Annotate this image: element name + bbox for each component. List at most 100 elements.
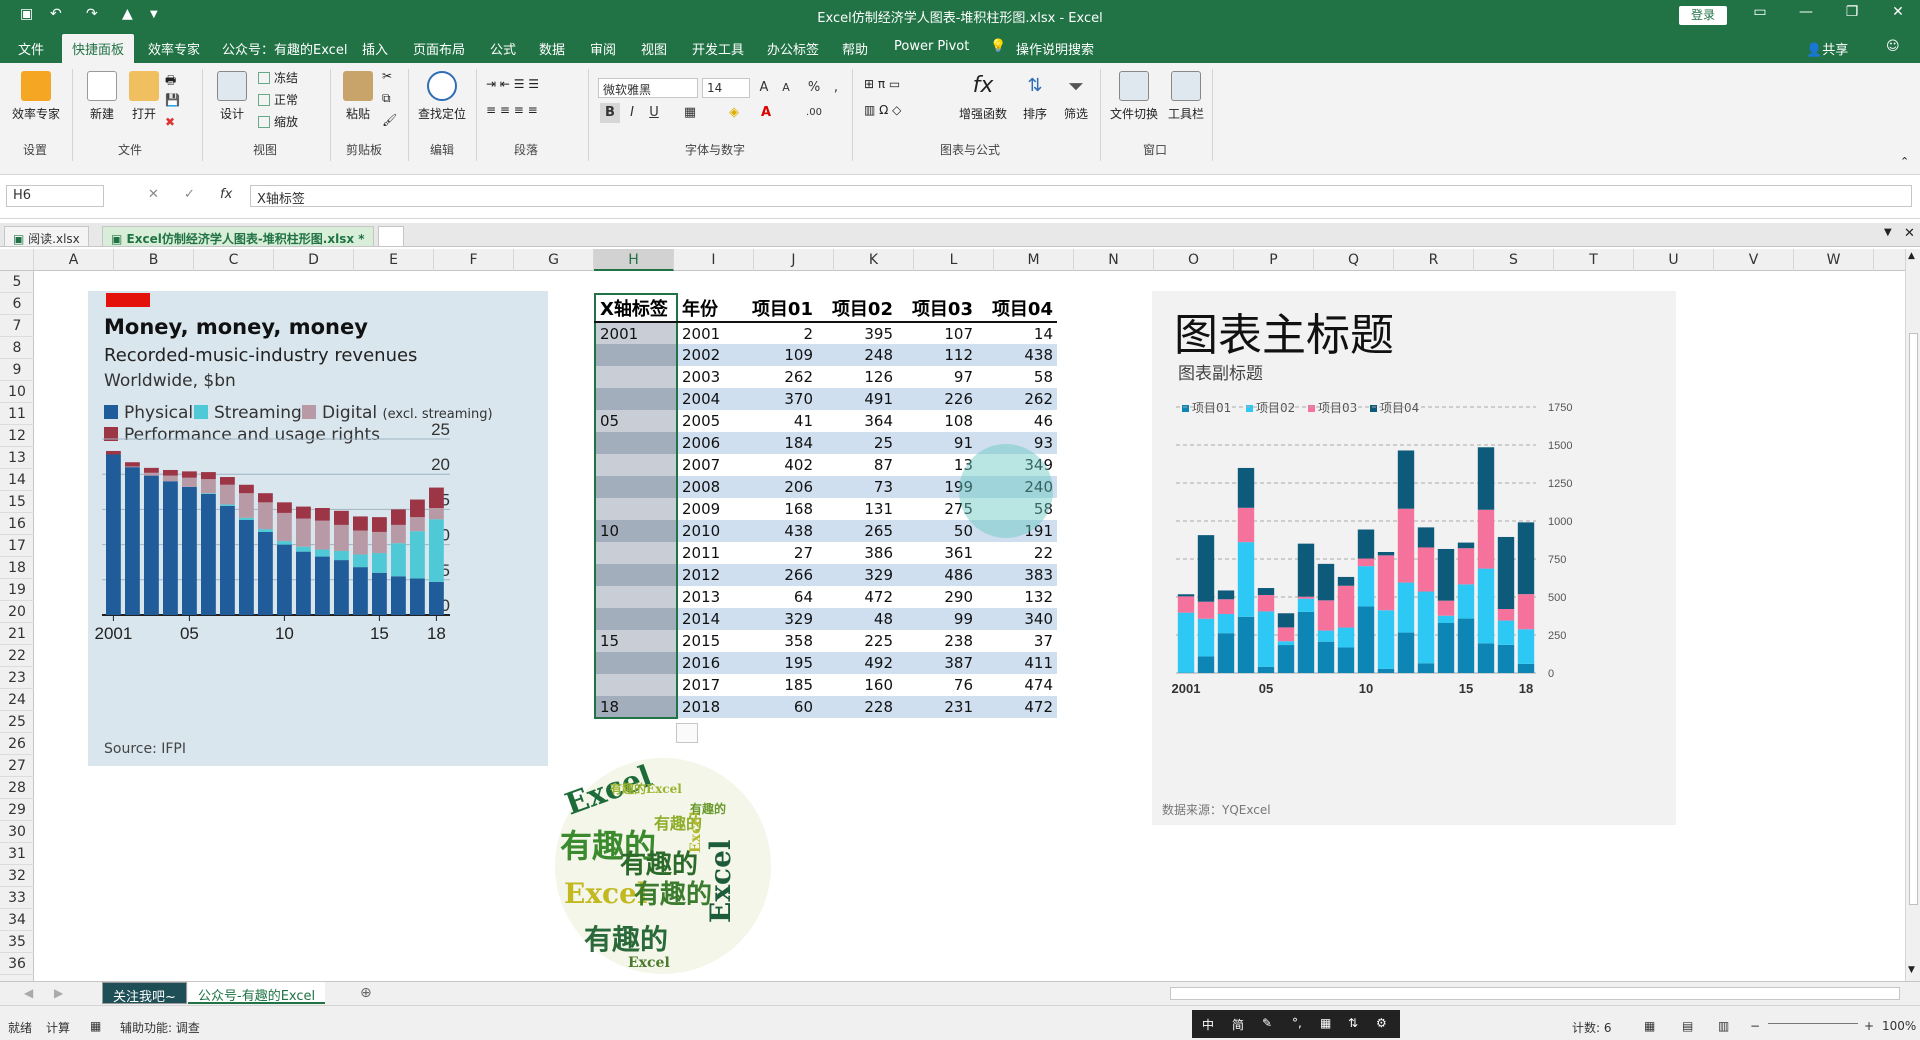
- sheet-tab-official[interactable]: 公众号-有趣的Excel: [188, 982, 326, 1004]
- next-sheet-icon[interactable]: ▶: [54, 986, 63, 1000]
- column-header[interactable]: V: [1714, 249, 1794, 271]
- row-header[interactable]: 17: [0, 535, 34, 557]
- table-cell[interactable]: 226: [897, 388, 977, 410]
- row-header[interactable]: 32: [0, 865, 34, 887]
- macro-record-icon[interactable]: ▦: [90, 1019, 101, 1033]
- table-cell[interactable]: [594, 564, 678, 586]
- tab-data[interactable]: 数据: [539, 39, 565, 58]
- enter-icon[interactable]: ✓: [184, 187, 195, 202]
- grow-font-icon[interactable]: A: [754, 78, 774, 98]
- tab-efficiency-expert[interactable]: 效率专家: [148, 39, 200, 58]
- table-cell[interactable]: 361: [897, 542, 977, 564]
- column-header[interactable]: F: [434, 249, 514, 271]
- table-cell[interactable]: 438: [737, 520, 817, 542]
- table-cell[interactable]: 262: [737, 366, 817, 388]
- percent-button[interactable]: %: [804, 78, 824, 98]
- column-header[interactable]: H: [594, 249, 674, 271]
- table-cell[interactable]: 10: [594, 520, 678, 542]
- table-cell[interactable]: 73: [817, 476, 897, 498]
- print-icon[interactable]: 🖶: [165, 71, 176, 92]
- table-cell[interactable]: 37: [977, 630, 1057, 652]
- column-header[interactable]: W: [1794, 249, 1874, 271]
- table-cell[interactable]: 2009: [677, 498, 737, 520]
- table-cell[interactable]: 195: [737, 652, 817, 674]
- column-header[interactable]: B: [114, 249, 194, 271]
- column-header[interactable]: U: [1634, 249, 1714, 271]
- table-cell[interactable]: 25: [817, 432, 897, 454]
- table-header-cell[interactable]: X轴标签: [594, 293, 678, 323]
- find-button[interactable]: 查找定位: [414, 71, 470, 122]
- row-header[interactable]: 6: [0, 293, 34, 315]
- table-cell[interactable]: 486: [897, 564, 977, 586]
- status-accessibility[interactable]: 辅助功能: 调查: [120, 1019, 200, 1036]
- table-header-cell[interactable]: 项目04: [977, 294, 1057, 323]
- table-cell[interactable]: 492: [817, 652, 897, 674]
- open-button[interactable]: 打开: [124, 71, 164, 122]
- table-cell[interactable]: 395: [817, 322, 897, 344]
- scroll-down-icon[interactable]: ▼: [1908, 965, 1915, 975]
- smiley-icon[interactable]: ☺: [1886, 39, 1900, 54]
- chart-tools-icon[interactable]: ⊞ π ▭: [864, 77, 900, 91]
- share-button[interactable]: 👤共享: [1806, 39, 1848, 58]
- table-cell[interactable]: 2003: [677, 366, 737, 388]
- sheet-grid[interactable]: Money, money, money Recorded-music-indus…: [34, 271, 1905, 981]
- row-header[interactable]: 16: [0, 513, 34, 535]
- column-header[interactable]: D: [274, 249, 354, 271]
- file-switch-button[interactable]: 文件切换: [1106, 71, 1162, 122]
- enhanced-function-button[interactable]: fx 增强函数: [955, 71, 1011, 122]
- ime-keyboard-icon[interactable]: ▦: [1320, 1016, 1331, 1030]
- new-doc-tab-button[interactable]: [378, 226, 404, 246]
- ime-chinese[interactable]: 中: [1202, 1016, 1214, 1033]
- table-cell[interactable]: 2012: [677, 564, 737, 586]
- row-header[interactable]: 20: [0, 601, 34, 623]
- column-header[interactable]: K: [834, 249, 914, 271]
- table-cell[interactable]: 2016: [677, 652, 737, 674]
- table-cell[interactable]: 491: [817, 388, 897, 410]
- column-header[interactable]: N: [1074, 249, 1154, 271]
- chart-insert-icon[interactable]: ▥ Ω ◇: [864, 103, 901, 117]
- login-button[interactable]: 登录: [1679, 6, 1727, 25]
- table-header-cell[interactable]: 项目02: [817, 294, 897, 323]
- table-cell[interactable]: 168: [737, 498, 817, 520]
- row-header[interactable]: 19: [0, 579, 34, 601]
- tab-view[interactable]: 视图: [641, 39, 667, 58]
- vertical-scrollbar[interactable]: ▲ ▼: [1905, 249, 1920, 981]
- table-cell[interactable]: 2001: [594, 322, 678, 344]
- table-cell[interactable]: 46: [977, 410, 1057, 432]
- doc-close-icon[interactable]: ✕: [1904, 226, 1915, 241]
- tab-file[interactable]: 文件: [18, 39, 44, 58]
- design-button[interactable]: 设计: [210, 71, 254, 122]
- table-cell[interactable]: 184: [737, 432, 817, 454]
- formula-input[interactable]: X轴标签: [250, 185, 1912, 207]
- table-cell[interactable]: 2013: [677, 586, 737, 608]
- paste-button[interactable]: 粘贴: [338, 71, 378, 122]
- table-cell[interactable]: 262: [977, 388, 1057, 410]
- table-cell[interactable]: 2015: [677, 630, 737, 652]
- column-header[interactable]: M: [994, 249, 1074, 271]
- table-cell[interactable]: 18: [594, 696, 678, 719]
- table-cell[interactable]: 383: [977, 564, 1057, 586]
- tab-formulas[interactable]: 公式: [490, 39, 516, 58]
- row-header[interactable]: 11: [0, 403, 34, 425]
- normal-view-button[interactable]: 正常: [258, 91, 298, 108]
- table-cell[interactable]: 329: [737, 608, 817, 630]
- tab-developer[interactable]: 开发工具: [692, 39, 744, 58]
- tab-insert[interactable]: 插入: [362, 39, 388, 58]
- close-file-icon[interactable]: ✖: [165, 115, 175, 129]
- row-header[interactable]: 21: [0, 623, 34, 645]
- row-header[interactable]: 14: [0, 469, 34, 491]
- name-box[interactable]: H6: [6, 185, 104, 207]
- table-cell[interactable]: [594, 476, 678, 498]
- cut-icon[interactable]: ✂: [382, 69, 392, 83]
- scroll-up-icon[interactable]: ▲: [1908, 251, 1915, 261]
- font-name-select[interactable]: 微软雅黑: [598, 78, 698, 98]
- page-break-view-icon[interactable]: ▥: [1718, 1019, 1729, 1033]
- normal-view-icon[interactable]: ▦: [1644, 1019, 1655, 1033]
- table-cell[interactable]: 131: [817, 498, 897, 520]
- table-cell[interactable]: 58: [977, 366, 1057, 388]
- row-header[interactable]: 34: [0, 909, 34, 931]
- table-cell[interactable]: 14: [977, 322, 1057, 344]
- row-header[interactable]: 24: [0, 689, 34, 711]
- table-cell[interactable]: [594, 388, 678, 410]
- doc-tab-current[interactable]: ▣ Excel仿制经济学人图表-堆积柱形图.xlsx *: [102, 226, 374, 246]
